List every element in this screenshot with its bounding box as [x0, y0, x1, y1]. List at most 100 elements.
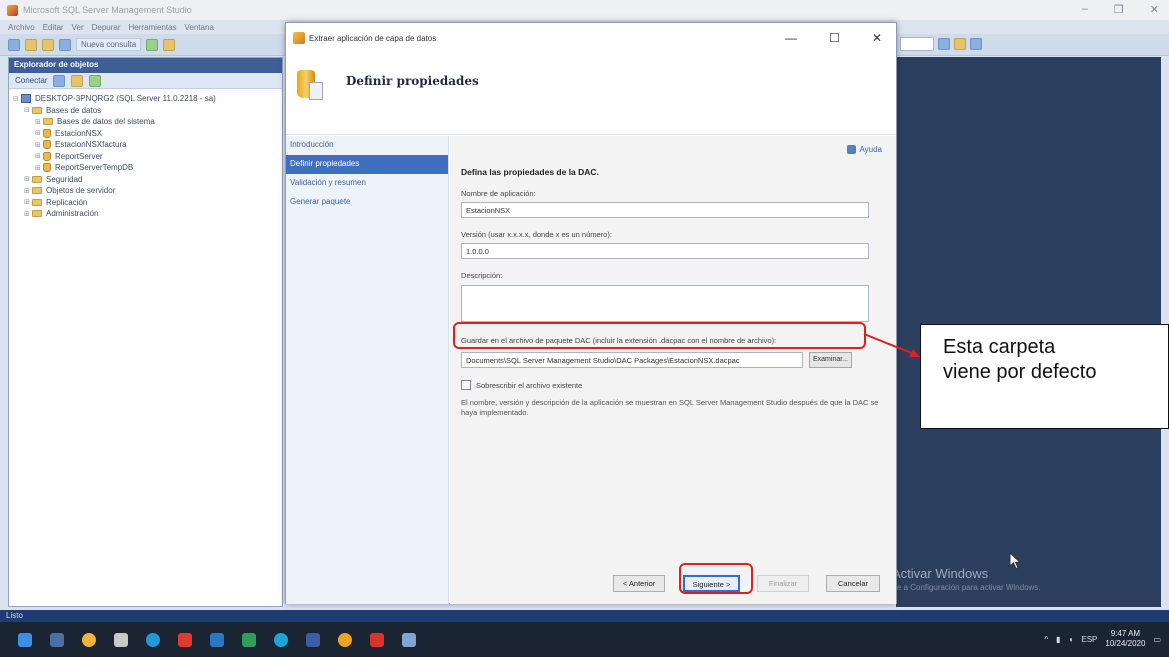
refresh-icon[interactable] [89, 74, 102, 87]
expand-toggle-icon[interactable]: ⊟ [24, 106, 32, 114]
app-icon-1[interactable] [210, 632, 224, 647]
minimize-icon[interactable]: – [1082, 3, 1088, 16]
tree-node[interactable]: ⊞ EstacionNSX [13, 128, 282, 140]
connect-button[interactable]: Conectar [15, 76, 47, 85]
tree-node[interactable]: ⊞ ReportServerTempDB [13, 162, 282, 174]
expand-toggle-icon[interactable]: ⊞ [35, 118, 43, 126]
filter-icon[interactable] [71, 74, 84, 87]
folder-icon [32, 198, 42, 206]
new-project-icon[interactable] [8, 38, 20, 51]
analysis-icon[interactable] [163, 38, 176, 51]
app-name-label: Nombre de aplicación: [461, 189, 536, 198]
clock-time: 9:47 AM [1110, 629, 1141, 638]
ssms-title: Microsoft SQL Server Management Studio [23, 5, 192, 15]
tree-node[interactable]: ⊞ Bases de datos del sistema [13, 116, 282, 128]
acrobat-icon[interactable] [178, 632, 192, 647]
tree-node-label: ReportServer [55, 151, 103, 161]
tree-node-label: Bases de datos [46, 105, 102, 115]
excel-icon[interactable] [242, 632, 256, 647]
new-query-button[interactable]: Nueva consulta [76, 38, 142, 51]
expand-toggle-icon[interactable]: ⊞ [24, 187, 32, 195]
toolbar-icon-b[interactable] [954, 38, 966, 50]
tree-node[interactable]: ⊞ EstacionNSXfactura [13, 139, 282, 151]
task-view-icon[interactable] [50, 632, 64, 647]
close-icon[interactable]: ✕ [872, 31, 882, 45]
menu-ventana[interactable]: Ventana [185, 23, 214, 32]
nav-item[interactable]: Generar paquete [286, 193, 448, 212]
chevron-up-icon[interactable]: ^ [1044, 635, 1048, 644]
expand-toggle-icon[interactable]: ⊞ [24, 210, 32, 218]
tree-node[interactable]: ⊞ Administración [13, 208, 282, 220]
dialog-header: Definir propiedades [286, 53, 896, 135]
expand-toggle-icon[interactable]: ⊞ [35, 129, 43, 137]
cancel-button[interactable]: Cancelar [826, 575, 880, 592]
dac-icon [293, 32, 305, 44]
query-icon[interactable] [146, 38, 159, 51]
save-icon[interactable] [42, 38, 54, 51]
nav-item[interactable]: Introducción [286, 136, 448, 155]
toolbar-icon-c[interactable] [970, 38, 982, 50]
app-icon-4[interactable] [338, 632, 352, 647]
maximize-icon[interactable]: ☐ [829, 31, 840, 45]
expand-toggle-icon[interactable]: ⊞ [35, 152, 43, 160]
app-icon-5[interactable] [370, 632, 384, 647]
connect-icon[interactable] [53, 74, 66, 87]
object-explorer-title: Explorador de objetos [9, 58, 282, 73]
notifications-icon[interactable]: ▭ [1153, 635, 1161, 644]
maximize-icon[interactable]: ❐ [1114, 3, 1124, 16]
tree-node[interactable]: ⊟ DESKTOP-3PNQRG2 (SQL Server 11.0.2218 -… [13, 93, 282, 105]
save-path-input[interactable]: Documents\SQL Server Management Studio\D… [461, 352, 803, 368]
tree-node[interactable]: ⊟ Bases de datos [13, 105, 282, 117]
help-link[interactable]: Ayuda [847, 145, 882, 154]
overwrite-row: Sobrescribir el archivo existente [461, 380, 582, 390]
minimize-icon[interactable]: — [785, 31, 797, 45]
store-icon[interactable] [114, 632, 128, 647]
annotation-callout: Esta carpeta viene por defecto [920, 324, 1169, 429]
start-icon[interactable] [18, 632, 32, 647]
menu-depurar[interactable]: Depurar [92, 23, 121, 32]
nav-item[interactable]: Definir propiedades [286, 155, 448, 174]
expand-toggle-icon[interactable]: ⊞ [24, 198, 32, 206]
edge-icon[interactable] [146, 632, 160, 647]
close-icon[interactable]: ✕ [1150, 3, 1159, 16]
menu-archivo[interactable]: Archivo [8, 23, 35, 32]
speaker-icon[interactable]: ◖ [1069, 635, 1074, 644]
overwrite-checkbox[interactable] [461, 380, 471, 390]
tree-node-label: Replicación [46, 197, 88, 207]
tree-node[interactable]: ⊞ Replicación [13, 197, 282, 209]
tree-node[interactable]: ⊞ Seguridad [13, 174, 282, 186]
save-all-icon[interactable] [59, 38, 71, 51]
app-name-input[interactable]: EstacionNSX [461, 202, 869, 218]
app-icon-3[interactable] [306, 632, 320, 647]
menu-herramientas[interactable]: Herramientas [129, 23, 177, 32]
back-button[interactable]: < Anterior [613, 575, 665, 592]
expand-toggle-icon[interactable]: ⊞ [35, 141, 43, 149]
expand-toggle-icon[interactable]: ⊟ [13, 95, 21, 103]
app-icon-2[interactable] [274, 632, 288, 647]
open-file-icon[interactable] [25, 38, 37, 51]
version-input[interactable]: 1.0.0.0 [461, 243, 869, 259]
dialog-titlebar: Extraer aplicación de capa de datos — ☐ … [286, 23, 896, 53]
ssms-taskbar-icon[interactable] [402, 632, 416, 647]
taskbar: ^ ▮ ◖ ESP 9:47 AM 10/24/2020 ▭ [0, 622, 1169, 657]
clock[interactable]: 9:47 AM 10/24/2020 [1105, 629, 1145, 649]
dialog-window-controls: — ☐ ✕ [785, 31, 882, 45]
browse-button[interactable]: Examinar... [809, 352, 852, 368]
menu-ver[interactable]: Ver [72, 23, 84, 32]
folder-icon [32, 187, 42, 195]
expand-toggle-icon[interactable]: ⊞ [24, 175, 32, 183]
menu-editar[interactable]: Editar [43, 23, 64, 32]
network-icon[interactable]: ▮ [1056, 635, 1060, 644]
nav-item[interactable]: Validación y resumen [286, 174, 448, 193]
tree-node[interactable]: ⊞ ReportServer [13, 151, 282, 163]
tree-node[interactable]: ⊞ Objetos de servidor [13, 185, 282, 197]
toolbar-icon-a[interactable] [938, 38, 950, 50]
overwrite-label[interactable]: Sobrescribir el archivo existente [476, 381, 582, 390]
finish-button: Finalizar [757, 575, 809, 592]
expand-toggle-icon[interactable]: ⊞ [35, 164, 43, 172]
toolbar-combo[interactable] [900, 37, 934, 51]
page-title: Definir propiedades [346, 74, 479, 88]
language-indicator[interactable]: ESP [1081, 635, 1097, 644]
description-input[interactable] [461, 285, 869, 322]
chrome-icon[interactable] [82, 632, 96, 647]
